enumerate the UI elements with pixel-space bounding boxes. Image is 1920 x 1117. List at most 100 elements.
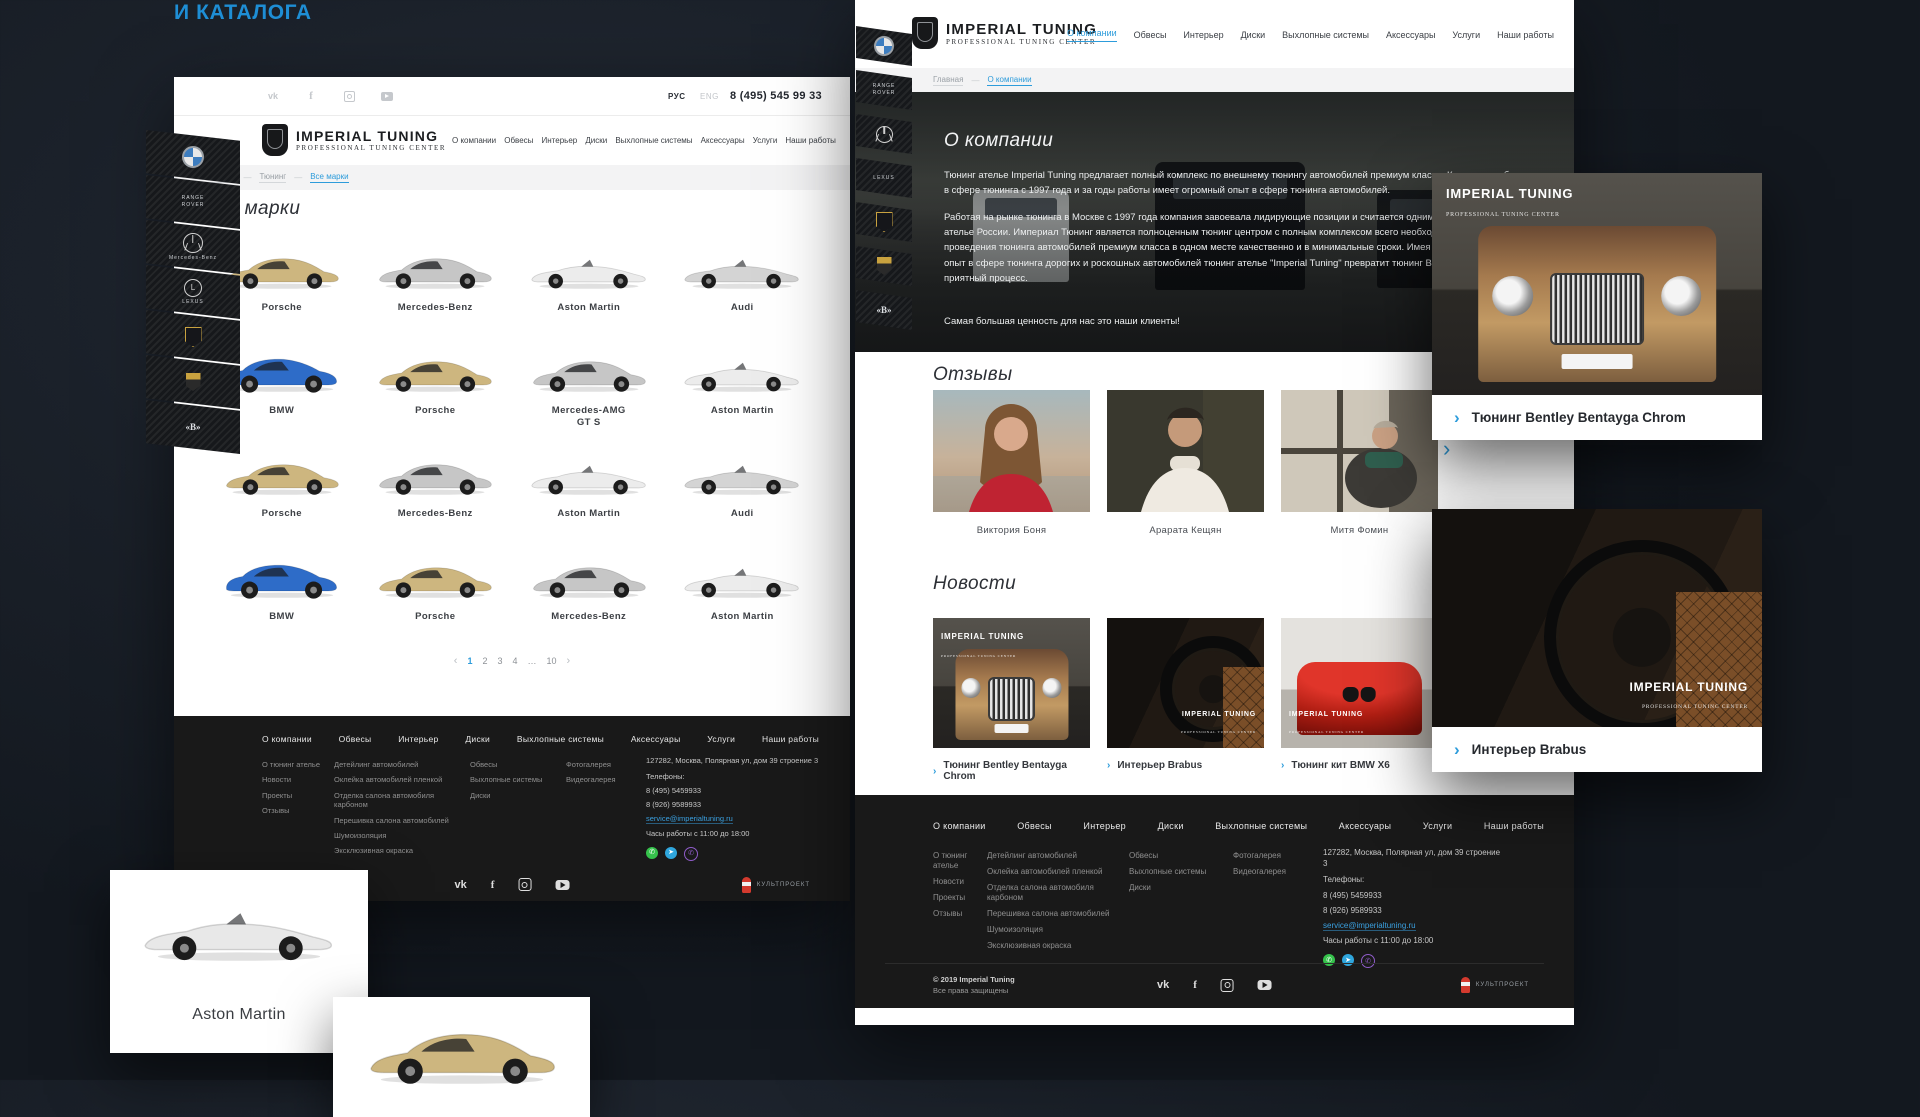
footer-head-exhaust[interactable]: Выхлопные системы: [1215, 821, 1307, 831]
footer-link[interactable]: Эксклюзивная окраска: [987, 941, 1112, 951]
nav-services[interactable]: Услуги: [753, 136, 778, 145]
facebook-icon[interactable]: f: [300, 89, 322, 103]
whatsapp-icon[interactable]: ✆: [646, 847, 658, 859]
footer-link[interactable]: Диски: [1129, 883, 1224, 893]
footer-link[interactable]: Видеогалерея: [566, 775, 636, 784]
facebook-icon[interactable]: f: [491, 879, 495, 891]
car-card[interactable]: Porsche: [205, 443, 359, 546]
footer-head-diski[interactable]: Диски: [1158, 821, 1184, 831]
youtube-icon[interactable]: [1258, 980, 1272, 990]
news-card[interactable]: IMPERIAL TUNINGPROFESSIONAL TUNING CENTE…: [1281, 618, 1438, 771]
review-card[interactable]: Митя Фомин: [1281, 390, 1438, 536]
footer-link[interactable]: Эксклюзивная окраска: [334, 846, 454, 855]
instagram-icon[interactable]: [338, 89, 360, 103]
footer-link[interactable]: Обвесы: [1129, 851, 1224, 861]
car-card[interactable]: Mercedes-Benz: [512, 546, 666, 649]
car-card[interactable]: Aston Martin: [512, 443, 666, 546]
footer-link[interactable]: Перешивка салона автомобилей: [334, 816, 454, 825]
footer-link[interactable]: Фотогалерея: [1233, 851, 1308, 861]
car-card[interactable]: Aston Martin: [666, 340, 820, 443]
vk-icon[interactable]: vk: [455, 879, 467, 891]
crumb-home[interactable]: Главная: [933, 75, 963, 86]
footer-head-accessories[interactable]: Аксессуары: [1339, 821, 1391, 831]
footer-link[interactable]: Оклейка автомобилей пленкой: [334, 775, 454, 784]
lang-eng[interactable]: ENG: [700, 92, 719, 101]
footer-link[interactable]: Проекты: [933, 893, 993, 903]
car-card[interactable]: BMW: [205, 546, 359, 649]
car-card[interactable]: Porsche: [359, 340, 513, 443]
nav-interior[interactable]: Интерьер: [542, 136, 578, 145]
footer-link[interactable]: Отделка салона автомобиля карбоном: [334, 791, 454, 810]
vk-icon[interactable]: vk: [1157, 979, 1169, 991]
footer-head-services[interactable]: Услуги: [1423, 821, 1452, 831]
studio-credit[interactable]: КУЛЬТПРОЕКТ: [1461, 977, 1529, 993]
footer-phone-2[interactable]: 8 (926) 9589933: [1323, 903, 1503, 918]
facebook-icon[interactable]: f: [1193, 979, 1197, 991]
news-card[interactable]: IMPERIAL TUNINGPROFESSIONAL TUNING CENTE…: [933, 618, 1090, 782]
footer-head-works[interactable]: Наши работы: [762, 734, 819, 744]
nav-works[interactable]: Наши работы: [785, 136, 836, 145]
footer-link[interactable]: Проекты: [262, 791, 322, 800]
car-card[interactable]: Aston Martin: [666, 546, 820, 649]
page-2[interactable]: 2: [482, 656, 487, 666]
footer-head-obvesy[interactable]: Обвесы: [1017, 821, 1052, 831]
footer-phone-1[interactable]: 8 (495) 5459933: [1323, 888, 1503, 903]
car-card[interactable]: Audi: [666, 237, 820, 340]
logo[interactable]: IMPERIAL TUNING PROFESSIONAL TUNING CENT…: [262, 124, 446, 156]
crumb-tuning[interactable]: Тюнинг: [259, 172, 286, 183]
footer-head-diski[interactable]: Диски: [465, 734, 490, 744]
footer-head-accessories[interactable]: Аксессуары: [631, 734, 681, 744]
work-card-bentley[interactable]: IMPERIAL TUNINGPROFESSIONAL TUNING CENTE…: [1432, 173, 1762, 440]
car-card[interactable]: Mercedes-Benz: [359, 237, 513, 340]
review-card[interactable]: Виктория Боня: [933, 390, 1090, 536]
footer-head-services[interactable]: Услуги: [707, 734, 735, 744]
nav-exhaust[interactable]: Выхлопные системы: [1282, 30, 1369, 40]
sample-card-aston[interactable]: Aston Martin: [110, 870, 368, 1053]
footer-head-interior[interactable]: Интерьер: [398, 734, 438, 744]
nav-about[interactable]: О компании: [1067, 28, 1117, 42]
viber-icon[interactable]: ✆: [684, 847, 698, 861]
instagram-icon[interactable]: [1221, 979, 1234, 992]
page-4[interactable]: 4: [513, 656, 518, 666]
footer-link[interactable]: Отзывы: [262, 806, 322, 815]
nav-diski[interactable]: Диски: [1241, 30, 1266, 40]
footer-link[interactable]: Оклейка автомобилей пленкой: [987, 867, 1112, 877]
footer-link[interactable]: Выхлопные системы: [470, 775, 560, 784]
nav-accessories[interactable]: Аксессуары: [701, 136, 745, 145]
youtube-icon[interactable]: [555, 880, 569, 890]
nav-obvesy[interactable]: Обвесы: [504, 136, 533, 145]
footer-link[interactable]: Детейлинг автомобилей: [334, 760, 454, 769]
reviews-next-arrow-icon[interactable]: ›: [1443, 438, 1450, 460]
footer-link[interactable]: Выхлопные системы: [1129, 867, 1224, 877]
studio-credit[interactable]: КУЛЬТПРОЕКТ: [742, 877, 810, 893]
footer-email[interactable]: service@imperialtuning.ru: [646, 814, 733, 824]
footer-email[interactable]: service@imperialtuning.ru: [1323, 921, 1416, 931]
footer-head-about[interactable]: О компании: [933, 821, 986, 831]
footer-head-exhaust[interactable]: Выхлопные системы: [517, 734, 604, 744]
footer-link[interactable]: Видеогалерея: [1233, 867, 1308, 877]
review-card[interactable]: Арарата Кещян: [1107, 390, 1264, 536]
header-phone[interactable]: 8 (495) 545 99 33: [730, 90, 822, 102]
footer-link[interactable]: Детейлинг автомобилей: [987, 851, 1112, 861]
footer-link[interactable]: Новости: [262, 775, 322, 784]
footer-link[interactable]: Обвесы: [470, 760, 560, 769]
footer-head-about[interactable]: О компании: [262, 734, 312, 744]
car-card[interactable]: Aston Martin: [512, 237, 666, 340]
nav-exhaust[interactable]: Выхлопные системы: [615, 136, 692, 145]
nav-accessories[interactable]: Аксессуары: [1386, 30, 1435, 40]
page-3[interactable]: 3: [497, 656, 502, 666]
footer-link[interactable]: Отзывы: [933, 909, 993, 919]
nav-diski[interactable]: Диски: [585, 136, 607, 145]
news-card[interactable]: IMPERIAL TUNINGPROFESSIONAL TUNING CENTE…: [1107, 618, 1264, 771]
footer-link[interactable]: О тюнинг ателье: [262, 760, 322, 769]
instagram-icon[interactable]: [518, 878, 531, 891]
youtube-icon[interactable]: [376, 89, 398, 103]
page-1[interactable]: 1: [467, 656, 472, 666]
nav-obvesy[interactable]: Обвесы: [1134, 30, 1167, 40]
telegram-icon[interactable]: ➤: [1342, 954, 1354, 966]
footer-head-interior[interactable]: Интерьер: [1083, 821, 1126, 831]
footer-phone-2[interactable]: 8 (926) 9589933: [646, 798, 821, 812]
footer-link[interactable]: Отделка салона автомобиля карбоном: [987, 883, 1112, 903]
footer-link[interactable]: Диски: [470, 791, 560, 800]
nav-interior[interactable]: Интерьер: [1183, 30, 1223, 40]
